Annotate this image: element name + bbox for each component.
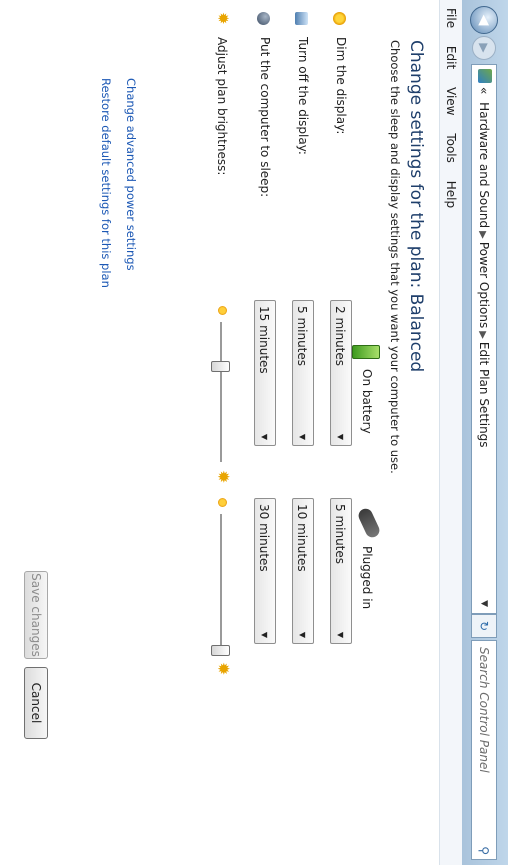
monitor-icon <box>295 12 308 25</box>
brightness-battery-slider[interactable]: ✹ <box>206 306 234 496</box>
menu-view[interactable]: View <box>440 87 462 115</box>
select-value: 2 minutes <box>333 306 347 367</box>
change-advanced-settings-link[interactable]: Change advanced power settings <box>124 78 138 271</box>
bright-sun-icon: ✹ <box>214 662 233 676</box>
setting-label: Adjust plan brightness: <box>215 37 229 176</box>
setting-label: Turn off the display: <box>296 37 310 155</box>
chevron-down-icon: ▼ <box>336 433 345 440</box>
column-label-plugged: Plugged in <box>360 546 374 610</box>
breadcrumb-separator-icon[interactable]: ▶ <box>477 231 488 239</box>
dim-display-battery-select[interactable]: 2 minutes ▼ <box>330 300 352 446</box>
sleep-plugged-select[interactable]: 30 minutes ▼ <box>254 498 276 644</box>
slider-thumb[interactable] <box>211 645 230 656</box>
sleep-battery-select[interactable]: 15 minutes ▼ <box>254 300 276 446</box>
save-changes-button[interactable]: Save changes <box>24 571 48 659</box>
sleep-icon <box>257 12 270 25</box>
dim-sun-icon <box>218 498 227 507</box>
breadcrumb-hardware-and-sound[interactable]: Hardware and Sound <box>477 102 491 228</box>
select-value: 15 minutes <box>257 306 271 374</box>
setting-label: Dim the display: <box>334 37 348 135</box>
slider-track[interactable] <box>220 514 222 654</box>
control-panel-icon <box>478 69 492 83</box>
back-button[interactable]: ◀ <box>470 6 498 34</box>
refresh-button[interactable]: ↻ <box>471 614 497 638</box>
column-label-battery: On battery <box>360 369 374 434</box>
menu-bar: File Edit View Tools Help <box>439 0 462 865</box>
turn-off-display-battery-select[interactable]: 5 minutes ▼ <box>292 300 314 446</box>
menu-file[interactable]: File <box>440 8 462 28</box>
breadcrumb-overflow[interactable]: « <box>477 87 491 94</box>
select-value: 30 minutes <box>257 504 271 572</box>
setting-row-brightness: ✹ Adjust plan brightness: ✹ ✹ <box>206 12 234 852</box>
chevron-down-icon: ▼ <box>336 631 345 638</box>
chevron-down-icon: ▼ <box>260 433 269 440</box>
select-value: 10 minutes <box>295 504 309 572</box>
brightness-icon: ✹ <box>214 12 232 25</box>
breadcrumb-edit-plan-settings[interactable]: Edit Plan Settings <box>477 342 491 448</box>
power-plug-icon <box>356 506 382 540</box>
turn-off-display-plugged-select[interactable]: 10 minutes ▼ <box>292 498 314 644</box>
dim-sun-icon <box>218 306 227 315</box>
battery-icon <box>352 345 380 359</box>
control-panel-window: ◀ ▶ « Hardware and Sound ▶ Power Options ▶ E… <box>0 0 508 865</box>
brightness-icon <box>333 12 346 25</box>
slider-thumb[interactable] <box>211 361 230 373</box>
search-input[interactable]: Search Control Panel ⚲ <box>471 640 497 860</box>
chevron-down-icon: ▼ <box>298 631 307 638</box>
address-dropdown-icon[interactable]: ▼ <box>472 600 496 607</box>
brightness-plugged-slider[interactable]: ✹ <box>206 498 234 688</box>
page-subtitle: Choose the sleep and display settings th… <box>388 40 402 474</box>
setting-row-dim-display: Dim the display: 2 minutes ▼ 5 minutes ▼ <box>325 12 353 852</box>
bright-sun-icon: ✹ <box>214 470 233 484</box>
cancel-button[interactable]: Cancel <box>24 667 48 739</box>
chevron-down-icon: ▼ <box>298 433 307 440</box>
breadcrumb-power-options[interactable]: Power Options <box>477 242 491 328</box>
menu-help[interactable]: Help <box>440 181 462 208</box>
menu-tools[interactable]: Tools <box>440 133 462 163</box>
slider-track[interactable] <box>220 322 222 462</box>
search-placeholder: Search Control Panel <box>477 647 491 773</box>
setting-row-turn-off-display: Turn off the display: 5 minutes ▼ 10 minu… <box>287 12 315 852</box>
page-title: Change settings for the plan: Balanced <box>406 40 426 373</box>
restore-defaults-link[interactable]: Restore default settings for this plan <box>99 78 113 288</box>
setting-label: Put the computer to sleep: <box>258 37 272 198</box>
breadcrumb-separator-icon[interactable]: ▶ <box>477 331 488 339</box>
address-box[interactable]: « Hardware and Sound ▶ Power Options ▶ Edit … <box>471 64 497 614</box>
search-icon[interactable]: ⚲ <box>472 846 496 855</box>
select-value: 5 minutes <box>333 504 347 565</box>
select-value: 5 minutes <box>295 306 309 367</box>
chevron-down-icon: ▼ <box>260 631 269 638</box>
forward-button[interactable]: ▶ <box>472 36 496 60</box>
menu-edit[interactable]: Edit <box>440 46 462 69</box>
main-content: Change settings for the plan: Balanced C… <box>0 0 439 865</box>
address-bar-area: ◀ ▶ « Hardware and Sound ▶ Power Options ▶ E… <box>461 0 508 865</box>
dim-display-plugged-select[interactable]: 5 minutes ▼ <box>330 498 352 644</box>
setting-row-sleep: Put the computer to sleep: 15 minutes ▼ 3… <box>249 12 277 852</box>
